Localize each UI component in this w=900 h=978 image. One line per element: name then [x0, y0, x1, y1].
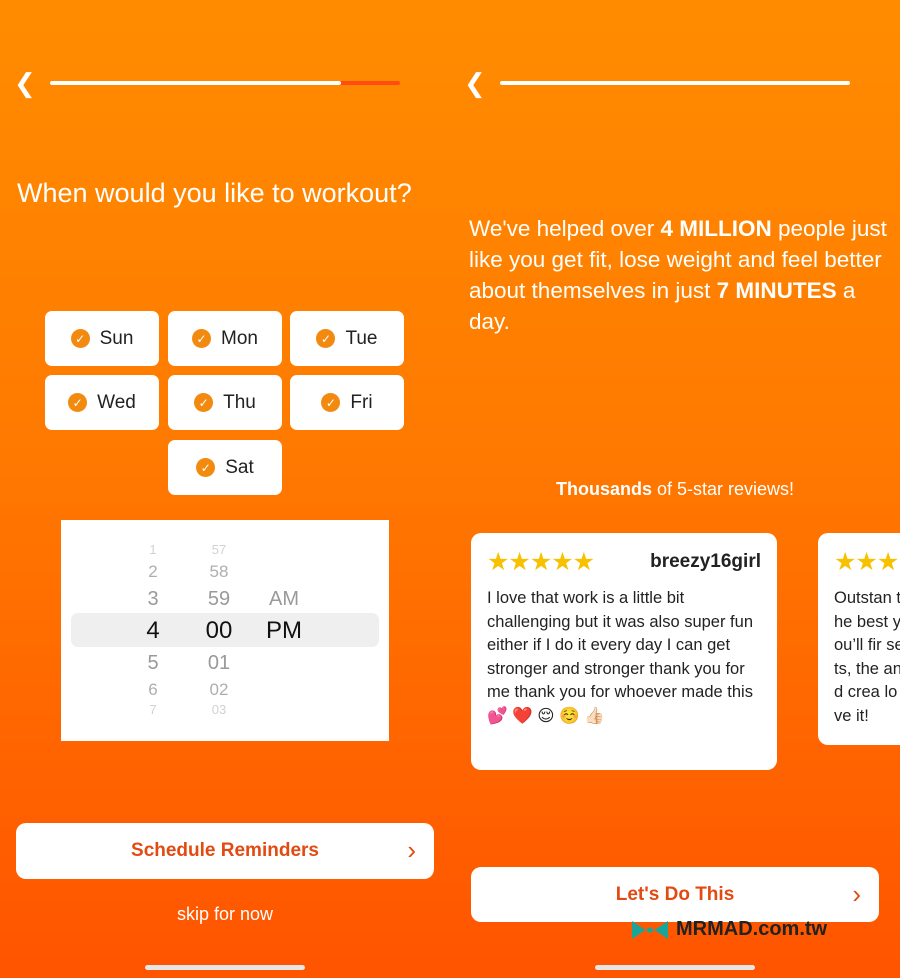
skip-link[interactable]: skip for now	[0, 904, 450, 925]
page-title: When would you like to workout?	[17, 178, 412, 208]
check-icon: ✓	[70, 329, 90, 348]
day-label: Sat	[225, 456, 254, 478]
reviews-heading: Thousands of 5-star reviews!	[555, 479, 795, 499]
check-icon: ✓	[194, 393, 214, 412]
check-icon: ✓	[316, 329, 336, 348]
day-toggle-sat[interactable]: ✓ Sat	[168, 440, 282, 495]
progress-bar	[500, 81, 850, 85]
schedule-reminders-label: Schedule Reminders	[131, 840, 319, 861]
star-rating: ★★★★★	[487, 548, 595, 576]
review-card: ★★★★★ breezy16girl I love that work is a…	[471, 533, 777, 770]
picker-item[interactable]: 02	[197, 680, 241, 700]
cta-label: Let's Do This	[615, 883, 735, 905]
star-rating: ★★★★★	[834, 548, 900, 576]
progress-fill	[500, 81, 850, 85]
day-toggle-sun[interactable]: ✓ Sun	[45, 311, 159, 366]
picker-item[interactable]: 58	[197, 562, 241, 582]
home-indicator	[145, 965, 305, 970]
picker-item[interactable]: 6	[131, 680, 175, 700]
picker-item[interactable]: 4	[131, 617, 175, 645]
check-icon: ✓	[68, 393, 88, 412]
watermark-text: MRMAD.com.tw	[676, 918, 828, 940]
day-label: Tue	[345, 327, 378, 349]
check-icon: ✓	[321, 393, 341, 412]
picker-item[interactable]: 59	[197, 588, 241, 611]
review-text: Outstan the best you’ll fir sets, the an…	[834, 589, 900, 725]
day-label: Thu	[223, 391, 256, 413]
headline: We've helped over 4 MILLION people just …	[469, 216, 887, 334]
review-user: breezy16girl	[650, 551, 761, 572]
progress-fill	[50, 81, 341, 85]
picker-item[interactable]: 57	[197, 542, 241, 557]
back-button[interactable]: ❮	[14, 70, 36, 96]
picker-item[interactable]: 01	[197, 652, 241, 675]
picker-item[interactable]: 3	[131, 588, 175, 611]
picker-item[interactable]: 2	[131, 562, 175, 582]
day-toggle-thu[interactable]: ✓ Thu	[168, 375, 282, 430]
day-toggle-fri[interactable]: ✓ Fri	[290, 375, 404, 430]
picker-item[interactable]: 5	[131, 652, 175, 675]
chevron-right-icon: ›	[407, 835, 416, 865]
picker-item[interactable]: 03	[197, 702, 241, 717]
watermark-logo: MRMAD.com.tw	[630, 918, 827, 941]
day-label: Wed	[97, 391, 136, 413]
day-label: Mon	[221, 327, 258, 349]
review-card: ★★★★★ Outstan the best you’ll fir sets, …	[818, 533, 900, 745]
picker-item[interactable]: 00	[197, 617, 241, 645]
check-icon: ✓	[196, 458, 216, 477]
chevron-right-icon: ›	[852, 879, 861, 909]
schedule-reminders-button[interactable]: Schedule Reminders ›	[16, 823, 434, 879]
picker-item[interactable]: AM	[261, 588, 307, 611]
picker-item[interactable]: 1	[131, 542, 175, 557]
progress-bar	[50, 81, 400, 85]
picker-item[interactable]: PM	[261, 617, 307, 645]
review-text: I love that work is a little bit challen…	[487, 589, 753, 725]
back-button[interactable]: ❮	[464, 70, 486, 96]
lets-do-this-button[interactable]: Let's Do This ›	[471, 867, 879, 922]
day-toggle-mon[interactable]: ✓ Mon	[168, 311, 282, 366]
day-toggle-wed[interactable]: ✓ Wed	[45, 375, 159, 430]
day-label: Fri	[350, 391, 373, 413]
day-toggle-tue[interactable]: ✓ Tue	[290, 311, 404, 366]
time-picker[interactable]: 1 2 3 4 5 6 7 57 58 59 00 01 02 03 AM PM	[61, 520, 389, 741]
check-icon: ✓	[192, 329, 212, 348]
picker-item[interactable]: 7	[131, 702, 175, 717]
home-indicator	[595, 965, 755, 970]
day-label: Sun	[99, 327, 134, 349]
